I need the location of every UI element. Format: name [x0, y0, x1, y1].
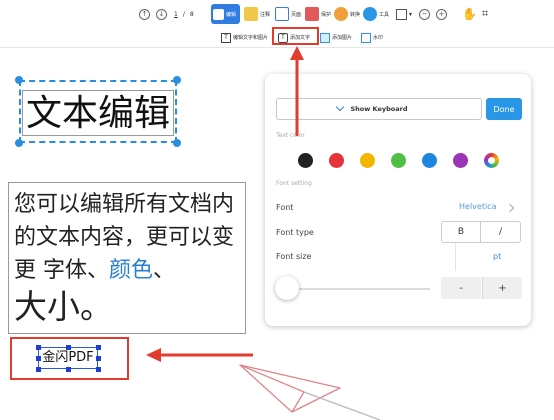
paper-plane-icon — [240, 365, 380, 420]
annotation-overlay — [0, 0, 554, 420]
arrow-up-red — [290, 46, 304, 136]
arrow-left-red — [146, 348, 253, 362]
